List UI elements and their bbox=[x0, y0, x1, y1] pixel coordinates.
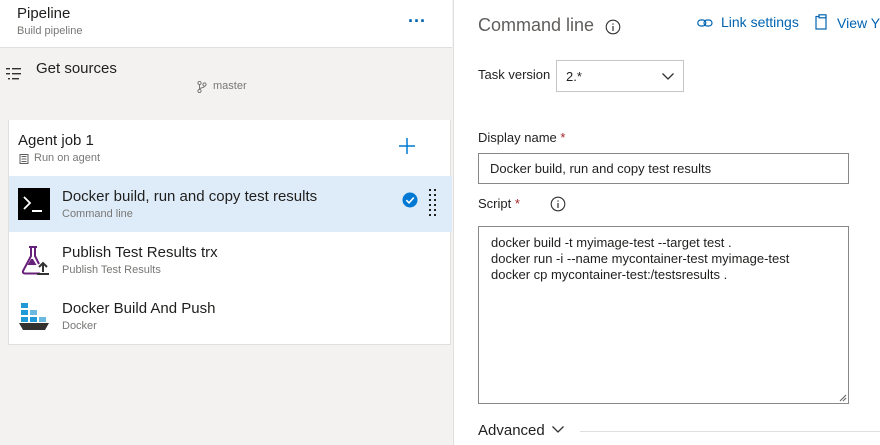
task-version-label: Task version bbox=[478, 67, 551, 82]
task-item-command-line[interactable]: Docker build, run and copy test results … bbox=[9, 176, 452, 232]
section-divider bbox=[580, 431, 880, 432]
task-item-publish-test-results[interactable]: Publish Test Results trx Publish Test Re… bbox=[9, 232, 452, 288]
branch-name: master bbox=[213, 80, 247, 92]
link-settings-label: Link settings bbox=[721, 14, 799, 30]
get-sources-label[interactable]: Get sources bbox=[36, 60, 117, 77]
task-version-select[interactable]: 2.* bbox=[556, 60, 684, 92]
detail-title: Command line bbox=[478, 15, 595, 35]
required-indicator: * bbox=[560, 130, 566, 145]
publish-test-results-icon bbox=[21, 246, 49, 275]
chevron-down-icon bbox=[551, 426, 564, 433]
task-item-docker[interactable]: Docker Build And Push Docker bbox=[9, 288, 452, 344]
task-detail-panel: Command line Link settings View Y Task v… bbox=[453, 0, 880, 445]
drag-handle[interactable] bbox=[429, 187, 439, 219]
advanced-section-toggle[interactable]: Advanced bbox=[478, 422, 565, 439]
task-subtitle: Publish Test Results bbox=[62, 264, 161, 276]
script-line: docker build -t myimage-test --target te… bbox=[491, 235, 732, 250]
pipeline-subtitle: Build pipeline bbox=[17, 25, 83, 37]
display-name-input[interactable] bbox=[478, 153, 849, 184]
server-icon bbox=[19, 154, 29, 164]
script-info-icon[interactable] bbox=[550, 196, 566, 212]
docker-icon bbox=[19, 303, 49, 330]
task-version-value: 2.* bbox=[566, 69, 582, 84]
clipboard-icon bbox=[815, 14, 827, 30]
pipeline-panel: Pipeline Build pipeline ... Get sources … bbox=[0, 0, 452, 445]
task-title: Docker build, run and copy test results bbox=[62, 188, 318, 205]
task-title: Docker Build And Push bbox=[62, 300, 216, 317]
agent-job-title: Agent job 1 bbox=[18, 132, 94, 149]
branch-icon bbox=[197, 81, 207, 93]
resize-grip-icon[interactable] bbox=[838, 393, 847, 402]
view-yaml-button[interactable]: View Y bbox=[815, 14, 880, 31]
pipeline-header: Pipeline Build pipeline ... bbox=[0, 0, 452, 48]
agent-job-row[interactable]: Agent job 1 Run on agent bbox=[9, 120, 452, 176]
link-settings-button[interactable]: Link settings bbox=[697, 14, 799, 30]
command-line-icon bbox=[18, 188, 50, 220]
task-title: Publish Test Results trx bbox=[62, 244, 218, 261]
view-yaml-label: View Y bbox=[837, 15, 880, 31]
required-indicator: * bbox=[514, 196, 520, 211]
check-circle-icon bbox=[402, 192, 418, 208]
job-list: Agent job 1 Run on agent Docker build, r… bbox=[8, 120, 452, 345]
more-actions-button[interactable]: ... bbox=[404, 7, 430, 28]
agent-job-subtitle: Run on agent bbox=[34, 152, 101, 164]
pipeline-title: Pipeline bbox=[17, 5, 71, 22]
task-subtitle: Docker bbox=[62, 320, 97, 332]
task-subtitle: Command line bbox=[62, 208, 133, 220]
script-label: Script * bbox=[478, 196, 520, 211]
chevron-down-icon bbox=[662, 73, 674, 80]
info-icon[interactable] bbox=[605, 19, 621, 35]
sources-list-icon bbox=[6, 68, 21, 80]
script-textarea[interactable]: docker build -t myimage-test --target te… bbox=[478, 226, 849, 404]
script-line: docker cp mycontainer-test:/testsresults… bbox=[491, 267, 728, 282]
script-line: docker run -i --name mycontainer-test my… bbox=[491, 251, 790, 266]
add-task-button[interactable] bbox=[395, 134, 419, 158]
display-name-label: Display name * bbox=[478, 130, 566, 145]
advanced-label: Advanced bbox=[478, 422, 545, 439]
link-icon bbox=[697, 19, 713, 27]
